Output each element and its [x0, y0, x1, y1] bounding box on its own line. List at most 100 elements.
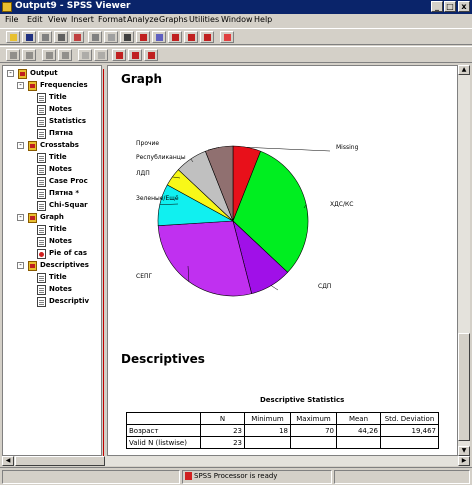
collapse-toggle[interactable]: - — [17, 214, 24, 221]
menu-edit[interactable]: Edit — [27, 15, 43, 24]
outline-label: Crosstabs — [40, 141, 79, 149]
outline-label: Notes — [49, 285, 72, 293]
scroll-left-icon[interactable]: ◀ — [2, 456, 14, 466]
variables-icon[interactable] — [152, 31, 166, 43]
output-content-pane[interactable]: Graph Missing ХДС/КС СДП СЕПГ Зеленые/Ещё ЛДП… — [107, 65, 458, 456]
demote-icon[interactable] — [22, 49, 36, 61]
pie-slice-label: Зеленые/Ещё — [136, 195, 179, 202]
horizontal-scroll-thumb[interactable] — [15, 456, 105, 466]
book-icon — [28, 261, 37, 271]
header-cell: Mean — [336, 412, 381, 425]
insert-heading-icon[interactable] — [112, 49, 126, 61]
collapse-toggle[interactable]: - — [7, 70, 14, 77]
menu-file[interactable]: File — [5, 15, 18, 24]
collapse-toggle[interactable]: - — [17, 82, 24, 89]
status-bar: SPSS Processor is ready — [0, 467, 472, 485]
menu-graphs[interactable]: Graphs — [159, 15, 188, 24]
select-last-output-icon[interactable] — [168, 31, 182, 43]
outline-label: Notes — [49, 105, 72, 113]
status-panel-right — [334, 470, 470, 484]
pie-leader-line — [247, 147, 331, 152]
open-icon[interactable] — [6, 31, 20, 43]
pie-slice-label: СДП — [318, 283, 331, 290]
outline-pane[interactable]: - Output - Frequencies Title Notes Stati… — [2, 65, 102, 456]
export-icon[interactable] — [70, 31, 84, 43]
promote-icon[interactable] — [6, 49, 20, 61]
undo-icon[interactable] — [104, 31, 118, 43]
main-toolbar — [0, 28, 472, 45]
title-bar: Output9 - SPSS Viewer _ □ x — [0, 0, 472, 14]
page-icon — [37, 105, 46, 115]
page-icon — [37, 285, 46, 295]
print-icon[interactable] — [38, 31, 52, 43]
scroll-up-icon[interactable]: ▲ — [458, 65, 470, 75]
page-icon — [37, 273, 46, 283]
recall-dialog-icon[interactable] — [88, 31, 102, 43]
table-cell: 23 — [200, 436, 245, 449]
close-button[interactable]: x — [458, 1, 470, 12]
run-icon[interactable] — [200, 31, 214, 43]
page-icon — [37, 189, 46, 199]
book-icon — [18, 69, 27, 79]
horizontal-scrollbar[interactable]: ◀ ▶ — [2, 456, 470, 466]
menu-view[interactable]: View — [48, 15, 67, 24]
outline-label: Title — [49, 225, 67, 233]
header-cell: Std. Deviation — [380, 412, 439, 425]
outline-label: Pie of cas — [49, 249, 88, 257]
pane-splitter[interactable] — [103, 69, 104, 457]
vertical-scrollbar[interactable]: ▲ ▼ — [458, 65, 470, 456]
show-icon[interactable] — [78, 49, 92, 61]
table-cell — [244, 436, 291, 449]
table-cell: Возраст — [126, 424, 201, 437]
table-cell — [290, 436, 337, 449]
descriptive-statistics-table[interactable]: N Minimum Maximum Mean Std. Deviation Во… — [126, 412, 439, 449]
menu-insert[interactable]: Insert — [71, 15, 94, 24]
table-cell: Valid N (listwise) — [126, 436, 201, 449]
save-icon[interactable] — [22, 31, 36, 43]
maximize-button[interactable]: □ — [444, 1, 456, 12]
menu-window[interactable]: Window — [221, 15, 253, 24]
scroll-right-icon[interactable]: ▶ — [458, 456, 470, 466]
book-icon — [28, 81, 37, 91]
collapse-toggle[interactable]: - — [17, 262, 24, 269]
alert-icon[interactable] — [220, 31, 234, 43]
minimize-button[interactable]: _ — [431, 1, 443, 12]
goto-data-icon[interactable] — [120, 31, 134, 43]
menu-help[interactable]: Help — [254, 15, 272, 24]
menu-utilities[interactable]: Utilities — [189, 15, 219, 24]
collapse-icon[interactable] — [58, 49, 72, 61]
pie-slice-label: Missing — [336, 144, 359, 151]
vertical-scroll-thumb[interactable] — [458, 333, 470, 441]
page-icon — [37, 117, 46, 127]
page-icon — [37, 225, 46, 235]
outline-label: Graph — [40, 213, 64, 221]
goto-chart-icon[interactable] — [136, 31, 150, 43]
header-cell: N — [200, 412, 245, 425]
table-header-row: N Minimum Maximum Mean Std. Deviation — [126, 412, 439, 425]
pie-chart[interactable]: Missing ХДС/КС СДП СЕПГ Зеленые/Ещё ЛДП Респуб… — [108, 66, 458, 346]
menu-analyze[interactable]: Analyze — [127, 15, 159, 24]
page-icon — [37, 237, 46, 247]
page-icon — [37, 201, 46, 211]
window-title: Output9 - SPSS Viewer — [15, 1, 131, 11]
collapse-toggle[interactable]: - — [17, 142, 24, 149]
table-title: Descriptive Statistics — [260, 396, 345, 404]
outline-label: Output — [30, 69, 58, 77]
table-cell: 70 — [290, 424, 337, 437]
menu-bar: File Edit View Insert Format Analyze Gra… — [0, 14, 472, 27]
hide-icon[interactable] — [94, 49, 108, 61]
outline-label: Case Proc — [49, 177, 88, 185]
table-cell: 23 — [200, 424, 245, 437]
print-preview-icon[interactable] — [54, 31, 68, 43]
book-icon — [28, 141, 37, 151]
menu-format[interactable]: Format — [98, 15, 126, 24]
designate-window-icon[interactable] — [184, 31, 198, 43]
outline-toolbar — [0, 46, 472, 63]
insert-title-icon[interactable] — [128, 49, 142, 61]
app-icon — [2, 2, 12, 12]
expand-icon[interactable] — [42, 49, 56, 61]
table-cell — [380, 436, 439, 449]
pie-slice-label: Прочие — [136, 140, 159, 147]
insert-text-icon[interactable] — [144, 49, 158, 61]
scroll-down-icon[interactable]: ▼ — [458, 446, 470, 456]
